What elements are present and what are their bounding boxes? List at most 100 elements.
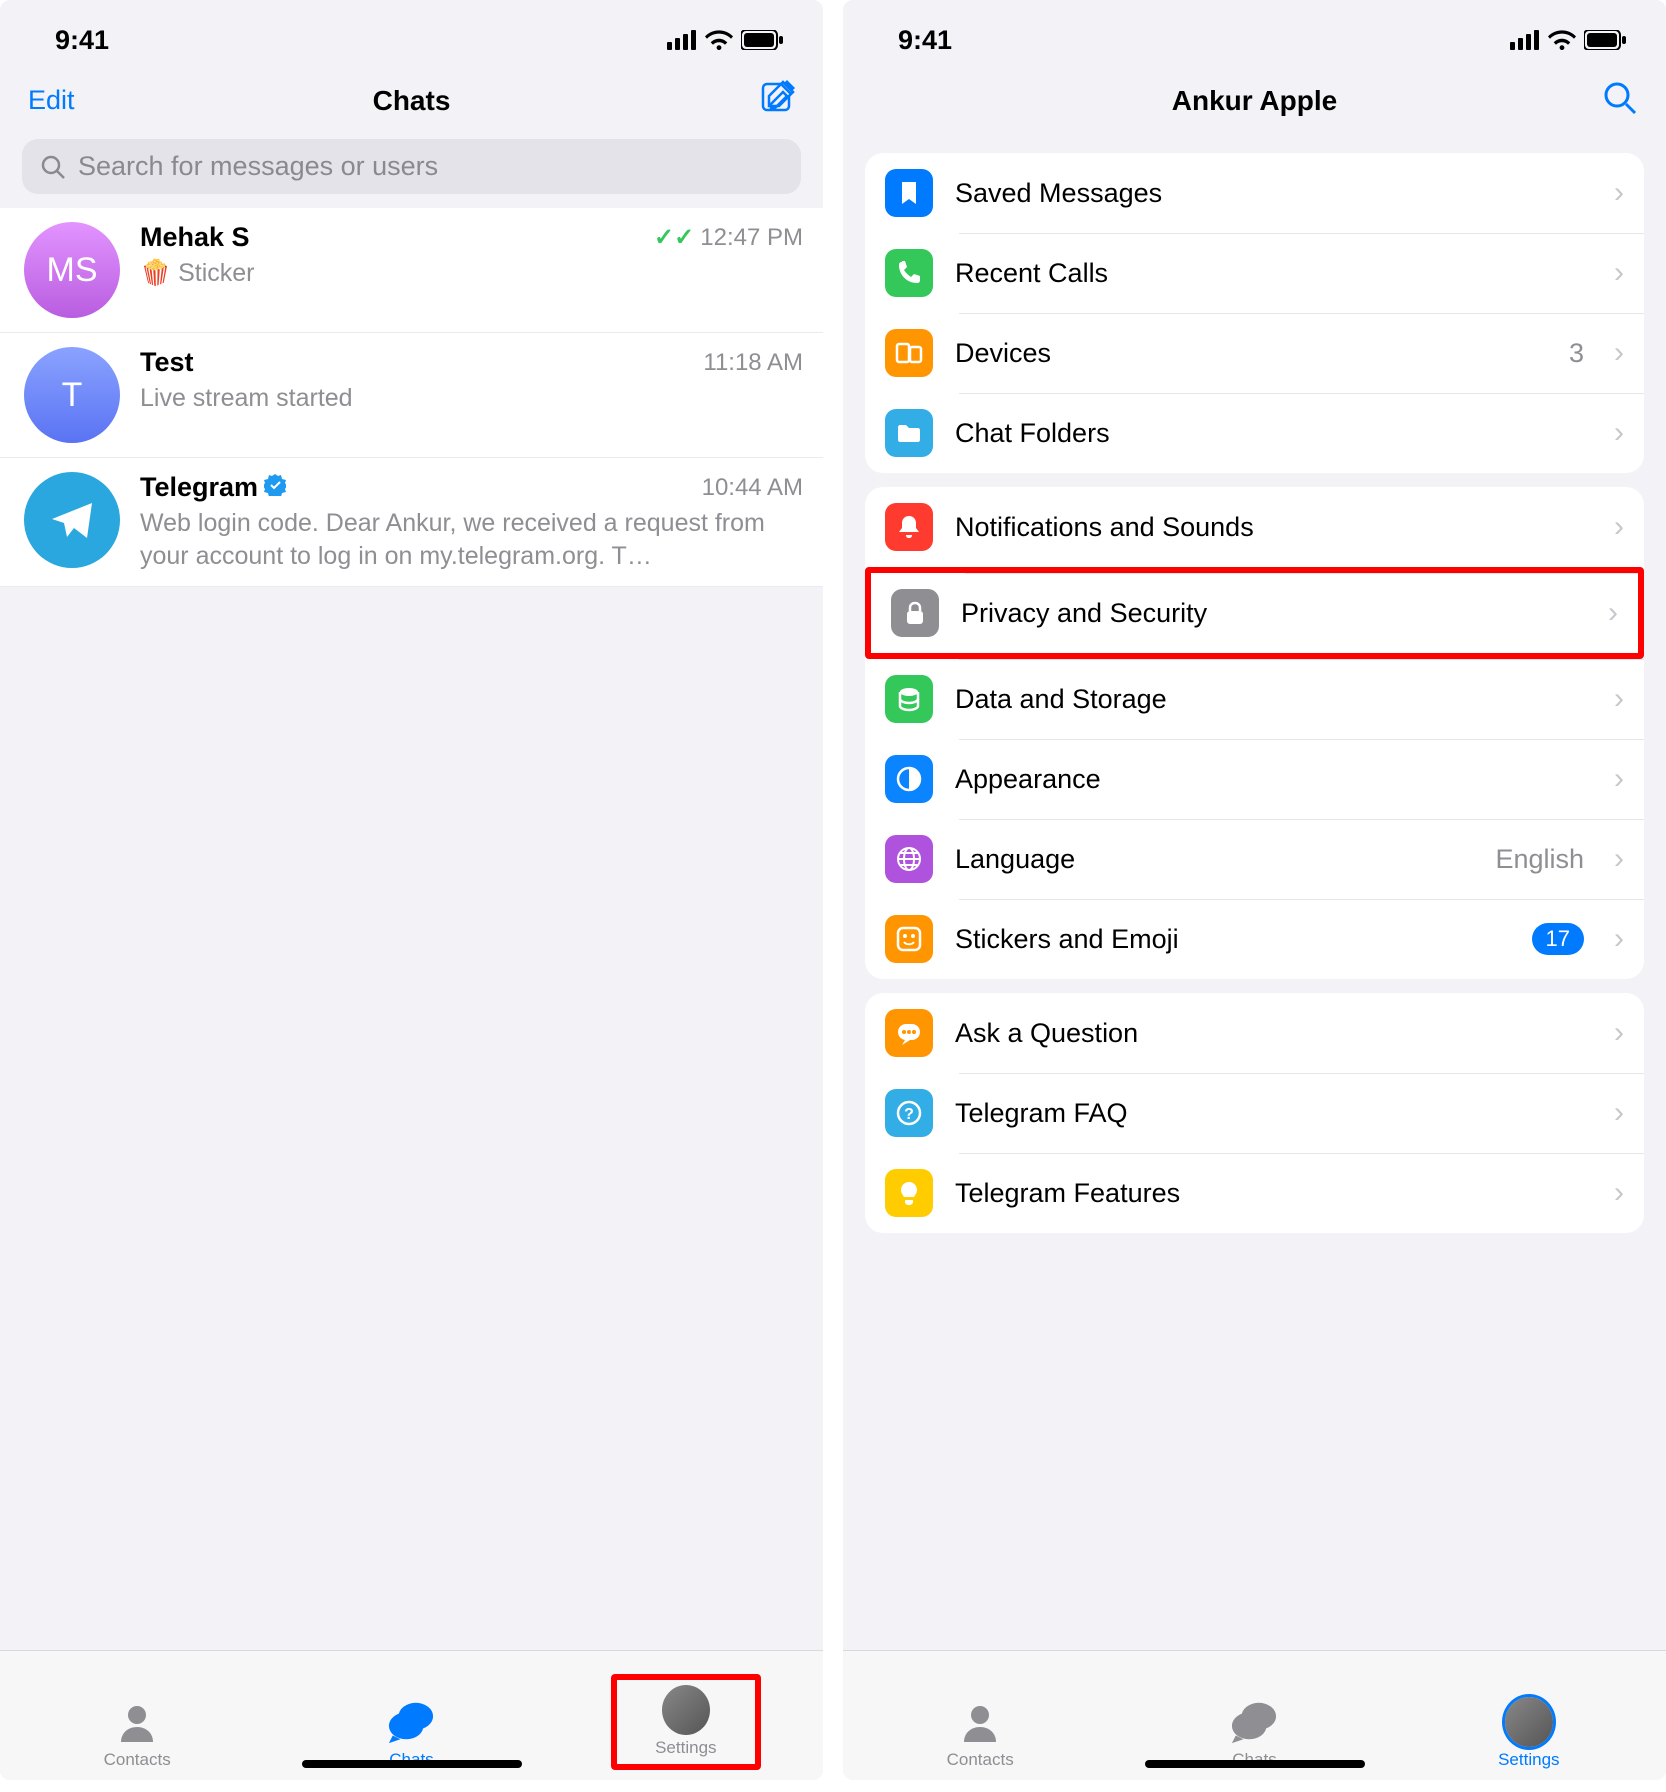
settings-row-telegram-features[interactable]: Telegram Features › (865, 1153, 1644, 1233)
chat-list: MS Mehak S ✓✓12:47 PM 🍿 Sticker TTest11:18 A… (0, 208, 823, 587)
search-icon (1602, 80, 1638, 116)
settings-row-privacy-and-security[interactable]: Privacy and Security› (865, 567, 1644, 659)
sticker-icon (885, 915, 933, 963)
settings-list: Saved Messages› Recent Calls › Devices3›Cha… (843, 139, 1666, 1247)
globe-icon (885, 835, 933, 883)
settings-row-notifications-and-sounds[interactable]: Notifications and Sounds› (865, 487, 1644, 567)
data-icon (885, 675, 933, 723)
settings-row-telegram-faq[interactable]: ? Telegram FAQ › (865, 1073, 1644, 1153)
chevron-right-icon: › (1614, 416, 1624, 450)
nav-bar: Ankur Apple (843, 70, 1666, 139)
tab-settings[interactable]: Settings (1454, 1698, 1604, 1770)
chats-icon (387, 1698, 435, 1746)
chat-row[interactable]: MS Mehak S ✓✓12:47 PM 🍿 Sticker (0, 208, 823, 333)
settings-badge: 17 (1532, 923, 1584, 955)
svg-text:?: ? (904, 1106, 914, 1123)
chat-preview: 🍿 Sticker (140, 257, 803, 290)
chevron-right-icon: › (1614, 842, 1624, 876)
tab-label: Contacts (104, 1750, 171, 1770)
settings-row-appearance[interactable]: Appearance › (865, 739, 1644, 819)
status-time: 9:41 (898, 25, 952, 56)
nav-title: Chats (0, 85, 823, 117)
status-time: 9:41 (55, 25, 109, 56)
settings-row-data-and-storage[interactable]: Data and Storage › (865, 659, 1644, 739)
home-indicator[interactable] (1145, 1760, 1365, 1768)
chat-preview: Live stream started (140, 382, 803, 415)
verified-icon (264, 472, 286, 503)
chevron-right-icon: › (1614, 256, 1624, 290)
tab-contacts[interactable]: Contacts (905, 1698, 1055, 1770)
chevron-right-icon: › (1614, 176, 1624, 210)
home-indicator[interactable] (302, 1760, 522, 1768)
contacts-icon (956, 1698, 1004, 1746)
bookmark-icon (885, 169, 933, 217)
chat-row[interactable]: Telegram10:44 AMWeb login code. Dear Ank… (0, 458, 823, 587)
chat-row[interactable]: TTest11:18 AMLive stream started (0, 333, 823, 458)
settings-row-stickers-and-emoji[interactable]: Stickers and Emoji 17 › (865, 899, 1644, 979)
tab-label: Settings (655, 1738, 716, 1758)
settings-label: Recent Calls (955, 258, 1592, 289)
settings-label: Data and Storage (955, 684, 1592, 715)
chat-time: ✓✓12:47 PM (654, 223, 803, 252)
status-bar: 9:41 (0, 0, 823, 70)
tab-label: Contacts (947, 1750, 1014, 1770)
battery-icon (741, 30, 783, 50)
devices-icon (885, 329, 933, 377)
search-icon (40, 154, 66, 180)
chevron-right-icon: › (1614, 762, 1624, 796)
phone-settings: 9:41 Ankur Apple Saved Messages›Recent C… (843, 0, 1666, 1780)
settings-row-recent-calls[interactable]: Recent Calls › (865, 233, 1644, 313)
status-icons (1510, 30, 1626, 50)
chat-name: Mehak S (140, 222, 250, 253)
settings-label: Telegram Features (955, 1178, 1592, 1209)
search-input[interactable]: Search for messages or users (22, 139, 801, 194)
chat-body: Mehak S ✓✓12:47 PM 🍿 Sticker (140, 222, 803, 290)
settings-label: Telegram FAQ (955, 1098, 1592, 1129)
chat-avatar: MS (24, 222, 120, 318)
chat-body: Telegram10:44 AMWeb login code. Dear Ank… (140, 472, 803, 572)
chats-icon (1230, 1698, 1278, 1746)
search-button[interactable] (1602, 80, 1638, 121)
wifi-icon (1548, 30, 1576, 50)
nav-bar: Edit Chats (0, 70, 823, 139)
question-icon: ? (885, 1089, 933, 1137)
cellular-icon (667, 30, 697, 50)
tab-settings[interactable]: Settings (611, 1674, 761, 1770)
edit-button[interactable]: Edit (28, 85, 75, 116)
chevron-right-icon: › (1614, 1096, 1624, 1130)
folder-icon (885, 409, 933, 457)
compose-icon (759, 80, 795, 116)
settings-label: Stickers and Emoji (955, 924, 1510, 955)
settings-label: Appearance (955, 764, 1592, 795)
chevron-right-icon: › (1614, 1016, 1624, 1050)
settings-section: Notifications and Sounds›Privacy and Sec… (865, 487, 1644, 979)
settings-avatar-icon (1505, 1698, 1553, 1746)
bell-icon (885, 503, 933, 551)
chevron-right-icon: › (1614, 922, 1624, 956)
compose-button[interactable] (759, 80, 795, 121)
status-bar: 9:41 (843, 0, 1666, 70)
settings-label: Ask a Question (955, 1018, 1592, 1049)
lock-icon (891, 589, 939, 637)
tab-label: Settings (1498, 1750, 1559, 1770)
contacts-icon (113, 1698, 161, 1746)
settings-section: Saved Messages› Recent Calls › Devices3›Cha… (865, 153, 1644, 473)
settings-row-devices[interactable]: Devices3› (865, 313, 1644, 393)
settings-row-chat-folders[interactable]: Chat Folders› (865, 393, 1644, 473)
chat-avatar (24, 472, 120, 568)
read-receipt-icon: ✓✓ (654, 223, 694, 252)
chat-name: Telegram (140, 472, 286, 503)
phone-icon (885, 249, 933, 297)
chevron-right-icon: › (1608, 596, 1618, 630)
tab-contacts[interactable]: Contacts (62, 1698, 212, 1770)
settings-label: Devices (955, 338, 1547, 369)
chevron-right-icon: › (1614, 682, 1624, 716)
wifi-icon (705, 30, 733, 50)
settings-row-ask-a-question[interactable]: Ask a Question › (865, 993, 1644, 1073)
search-placeholder: Search for messages or users (78, 151, 438, 182)
settings-row-saved-messages[interactable]: Saved Messages› (865, 153, 1644, 233)
settings-label: Notifications and Sounds (955, 512, 1592, 543)
chevron-right-icon: › (1614, 1176, 1624, 1210)
settings-row-language[interactable]: LanguageEnglish› (865, 819, 1644, 899)
chat-avatar: T (24, 347, 120, 443)
